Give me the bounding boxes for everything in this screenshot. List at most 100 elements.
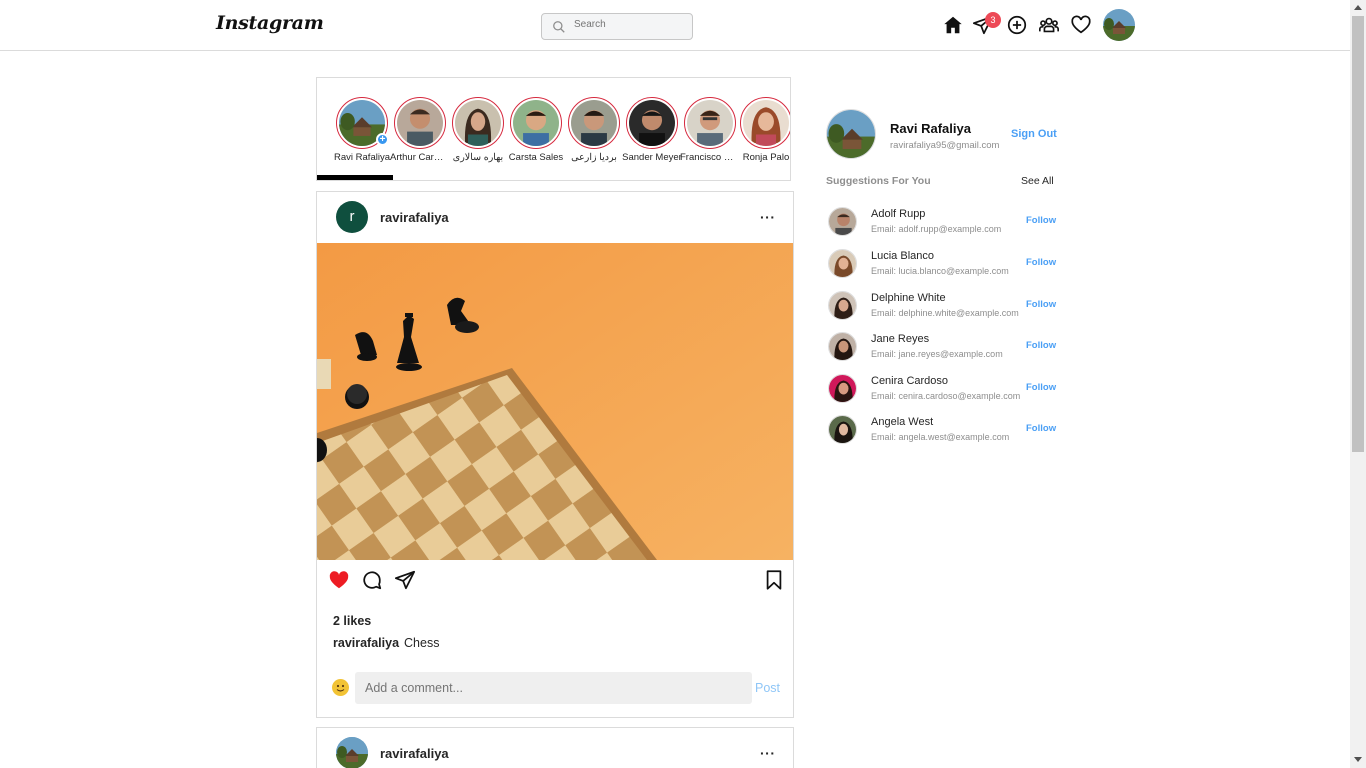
instagram-page: Instagram 3 + bbox=[0, 0, 1366, 768]
caption-text: Chess bbox=[404, 636, 440, 650]
sign-out-button[interactable]: Sign Out bbox=[1011, 128, 1057, 140]
caption-username[interactable]: ravirafaliya bbox=[333, 636, 399, 650]
add-story-icon[interactable]: + bbox=[376, 133, 389, 146]
post-author-avatar[interactable]: r bbox=[336, 201, 368, 233]
scrollbar-thumb[interactable] bbox=[1352, 16, 1364, 452]
post-author-username[interactable]: ravirafaliya bbox=[380, 746, 449, 761]
story-name: Ravi Rafaliya bbox=[334, 152, 390, 163]
suggestion-name[interactable]: Cenira Cardoso bbox=[871, 375, 948, 387]
follow-button[interactable]: Follow bbox=[1026, 423, 1056, 434]
post-comment-button[interactable]: Post bbox=[755, 681, 780, 695]
story-name: بهاره سالاری bbox=[452, 152, 504, 163]
suggestion-item: Cenira Cardoso Email: cenira.cardoso@exa… bbox=[826, 374, 1061, 410]
post-author-avatar[interactable] bbox=[336, 737, 368, 768]
suggestion-item: Jane Reyes Email: jane.reyes@example.com… bbox=[826, 332, 1061, 368]
story-item[interactable]: + Ravi Rafaliya bbox=[334, 97, 390, 163]
story-name: Francisco Ramos bbox=[680, 152, 740, 163]
home-icon[interactable] bbox=[942, 14, 964, 36]
follow-button[interactable]: Follow bbox=[1026, 215, 1056, 226]
follow-button[interactable]: Follow bbox=[1026, 382, 1056, 393]
suggestion-name[interactable]: Delphine White bbox=[871, 292, 946, 304]
suggestion-item: Angela West Email: angela.west@example.c… bbox=[826, 415, 1061, 451]
suggestion-name[interactable]: Adolf Rupp bbox=[871, 208, 925, 220]
story-avatar bbox=[684, 97, 736, 149]
follow-button[interactable]: Follow bbox=[1026, 257, 1056, 268]
story-name: Sander Meyer bbox=[622, 152, 682, 163]
current-user-name[interactable]: Ravi Rafaliya bbox=[890, 121, 971, 136]
suggestion-name[interactable]: Angela West bbox=[871, 416, 933, 428]
story-name: Arthur Carmona bbox=[390, 152, 450, 163]
story-avatar bbox=[568, 97, 620, 149]
suggestion-avatar[interactable] bbox=[828, 332, 857, 361]
explore-people-icon[interactable] bbox=[1038, 14, 1060, 36]
story-item[interactable]: Ronja Palo bbox=[740, 97, 790, 163]
suggestion-email: Email: lucia.blanco@example.com bbox=[871, 266, 1009, 276]
stories-bar: + Ravi Rafaliya Arthur Carmona بهاره سال… bbox=[316, 77, 791, 181]
suggestion-name[interactable]: Jane Reyes bbox=[871, 333, 929, 345]
post-image[interactable] bbox=[317, 243, 793, 560]
follow-button[interactable]: Follow bbox=[1026, 299, 1056, 310]
story-avatar: + bbox=[336, 97, 389, 149]
story-item[interactable]: Arthur Carmona bbox=[390, 97, 450, 163]
suggestion-email: Email: delphine.white@example.com bbox=[871, 308, 1019, 318]
suggestion-item: Lucia Blanco Email: lucia.blanco@example… bbox=[826, 249, 1061, 285]
suggestion-email: Email: jane.reyes@example.com bbox=[871, 349, 1003, 359]
suggestion-avatar[interactable] bbox=[828, 374, 857, 403]
story-name: Ronja Palo bbox=[742, 152, 790, 163]
story-avatar bbox=[740, 97, 790, 149]
search-box[interactable] bbox=[541, 13, 693, 40]
bookmark-icon[interactable] bbox=[763, 569, 785, 591]
story-avatar bbox=[452, 97, 504, 149]
more-options-icon[interactable]: ··· bbox=[760, 209, 776, 225]
instagram-logo[interactable]: Instagram bbox=[216, 12, 324, 34]
story-item[interactable]: بردیا زارعی bbox=[568, 97, 620, 163]
story-item[interactable]: Francisco Ramos bbox=[680, 97, 740, 163]
profile-avatar[interactable] bbox=[1103, 9, 1135, 41]
add-comment-row: Post bbox=[317, 672, 793, 704]
scroll-up-arrow-icon[interactable] bbox=[1354, 5, 1362, 10]
search-input[interactable] bbox=[574, 19, 684, 30]
suggestion-email: Email: adolf.rupp@example.com bbox=[871, 224, 1002, 234]
current-user-email: ravirafaliya95@gmail.com bbox=[890, 140, 1000, 151]
share-icon[interactable] bbox=[394, 569, 416, 591]
suggestion-avatar[interactable] bbox=[828, 291, 857, 320]
story-avatar bbox=[394, 97, 446, 149]
post-header: r ravirafaliya ··· bbox=[317, 192, 793, 244]
post-card: r ravirafaliya ··· 2 likes ravirafaliya … bbox=[316, 191, 794, 718]
story-item[interactable]: Carsta Sales bbox=[509, 97, 563, 163]
suggestion-avatar[interactable] bbox=[828, 249, 857, 278]
page-scrollbar[interactable] bbox=[1350, 0, 1366, 768]
suggestion-item: Delphine White Email: delphine.white@exa… bbox=[826, 291, 1061, 327]
story-avatar bbox=[510, 97, 562, 149]
see-all-link[interactable]: See All bbox=[1021, 175, 1054, 187]
suggestion-name[interactable]: Lucia Blanco bbox=[871, 250, 934, 262]
like-heart-icon[interactable] bbox=[328, 569, 350, 591]
suggestion-avatar[interactable] bbox=[828, 415, 857, 444]
comment-input[interactable] bbox=[355, 672, 752, 704]
messages-count-badge: 3 bbox=[985, 12, 1001, 28]
stories-scroll-indicator bbox=[317, 175, 393, 180]
top-navbar: Instagram 3 bbox=[0, 0, 1350, 51]
story-item[interactable]: Sander Meyer bbox=[622, 97, 682, 163]
current-user-avatar[interactable] bbox=[826, 109, 876, 159]
scroll-down-arrow-icon[interactable] bbox=[1354, 757, 1362, 762]
suggestion-email: Email: cenira.cardoso@example.com bbox=[871, 391, 1021, 401]
activity-heart-icon[interactable] bbox=[1070, 14, 1092, 36]
suggestion-email: Email: angela.west@example.com bbox=[871, 432, 1010, 442]
post-caption: ravirafaliya Chess bbox=[333, 636, 439, 650]
story-name: بردیا زارعی bbox=[571, 152, 617, 163]
emoji-icon[interactable] bbox=[332, 679, 349, 696]
more-options-icon[interactable]: ··· bbox=[760, 745, 776, 761]
post-card: ravirafaliya ··· bbox=[316, 727, 794, 768]
follow-button[interactable]: Follow bbox=[1026, 340, 1056, 351]
story-name: Carsta Sales bbox=[508, 152, 564, 163]
post-author-username[interactable]: ravirafaliya bbox=[380, 210, 449, 225]
new-post-icon[interactable] bbox=[1006, 14, 1028, 36]
post-header: ravirafaliya ··· bbox=[317, 728, 793, 768]
search-icon bbox=[553, 21, 565, 33]
suggestion-avatar[interactable] bbox=[828, 207, 857, 236]
suggestion-item: Adolf Rupp Email: adolf.rupp@example.com… bbox=[826, 207, 1061, 243]
comment-icon[interactable] bbox=[361, 569, 383, 591]
story-item[interactable]: بهاره سالاری bbox=[452, 97, 504, 163]
likes-count[interactable]: 2 likes bbox=[333, 614, 371, 628]
